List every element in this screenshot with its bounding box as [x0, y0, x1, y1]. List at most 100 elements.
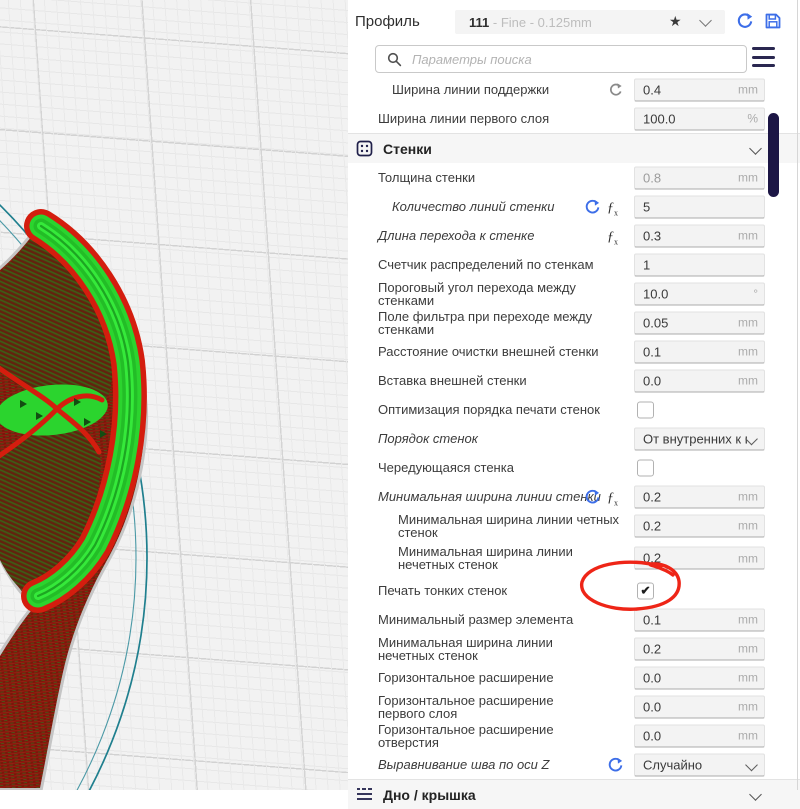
- setting-unit: mm: [738, 519, 758, 533]
- settings-menu-icon[interactable]: [752, 47, 775, 67]
- section-header-2[interactable]: Стенки: [348, 133, 800, 163]
- walls-icon: [356, 140, 373, 157]
- setting-label: Горизонтальное расширение первого слоя: [378, 694, 603, 720]
- profile-save-icon[interactable]: [764, 12, 782, 30]
- setting-row: Длина перехода к стенкеƒx0.3mm: [348, 221, 800, 250]
- setting-value-field[interactable]: 0.3mm: [634, 224, 765, 247]
- setting-label: Вставка внешней стенки: [378, 374, 527, 387]
- setting-label: Горизонтальное расширение: [378, 671, 554, 684]
- profile-dropdown[interactable]: 111 - Fine - 0.125mm ★: [455, 10, 725, 34]
- setting-row: Горизонтальное расширение 0.0mm: [348, 663, 800, 692]
- setting-value: 0.8: [643, 170, 738, 185]
- setting-label: Оптимизация порядка печати стенок: [378, 403, 600, 416]
- settings-list: Ширина линии поддержки0.4mmШирина линии …: [348, 75, 800, 809]
- setting-label: Пороговый угол перехода между стенками: [378, 281, 603, 307]
- setting-unit: mm: [738, 700, 758, 714]
- setting-checkbox[interactable]: [637, 401, 654, 418]
- fx-icon: ƒx: [607, 488, 624, 505]
- setting-value-field[interactable]: 5: [634, 195, 765, 218]
- setting-value: 0.2: [643, 518, 738, 533]
- setting-row: Количество линий стенкиƒx5: [348, 192, 800, 221]
- setting-value-field[interactable]: 0.4mm: [634, 78, 765, 101]
- setting-value-field[interactable]: 0.1mm: [634, 340, 765, 363]
- setting-value: 1: [643, 257, 764, 272]
- setting-value: 0.2: [643, 641, 738, 656]
- setting-value-field[interactable]: 0.2mm: [634, 514, 765, 537]
- setting-row: Счетчик распределений по стенкам1: [348, 250, 800, 279]
- setting-dropdown[interactable]: Случайно: [634, 753, 765, 776]
- setting-value-field[interactable]: 1: [634, 253, 765, 276]
- setting-row: Минимальная ширина линии стенки ƒx 0.2mm: [348, 482, 800, 511]
- sliced-model-preview[interactable]: [0, 0, 348, 790]
- section-title: Дно / крышка: [383, 787, 476, 803]
- setting-label: Печать тонких стенок: [378, 584, 507, 597]
- setting-row: Расстояние очистки внешней стенки 0.1mm: [348, 337, 800, 366]
- setting-value-field[interactable]: 0.05mm: [634, 311, 765, 334]
- reset-icon[interactable]: [584, 198, 601, 215]
- setting-value: 0.0: [643, 728, 738, 743]
- setting-label: Толщина стенки: [378, 171, 475, 184]
- setting-dropdown[interactable]: От внутренних к в...: [634, 427, 765, 450]
- profile-label: Профиль: [355, 13, 420, 30]
- settings-search-input[interactable]: Параметры поиска: [375, 45, 747, 73]
- setting-row: Ширина линии поддержки 0.4mm: [348, 75, 800, 104]
- setting-value-field[interactable]: 0.8mm: [634, 166, 765, 189]
- setting-label: Расстояние очистки внешней стенки: [378, 345, 599, 358]
- setting-label: Чередующаяся стенка: [378, 461, 514, 474]
- setting-label: Минимальная ширина линии стенки: [378, 490, 601, 503]
- setting-label: Ширина линии поддержки: [392, 83, 549, 96]
- topbottom-icon: [356, 786, 373, 803]
- favorite-star-icon[interactable]: ★: [669, 13, 682, 30]
- setting-unit: mm: [738, 642, 758, 656]
- 3d-viewport[interactable]: [0, 0, 348, 790]
- setting-value: 0.0: [643, 373, 738, 388]
- setting-unit: mm: [738, 374, 758, 388]
- setting-value: 10.0: [643, 286, 753, 301]
- setting-label: Минимальная ширина линии четных стенок: [398, 513, 623, 539]
- setting-row: Минимальная ширина линии четных стенок 0.…: [348, 511, 800, 540]
- setting-unit: mm: [738, 551, 758, 565]
- setting-unit: °: [753, 287, 758, 301]
- setting-unit: mm: [738, 316, 758, 330]
- section-title: Стенки: [383, 141, 432, 157]
- setting-value-field[interactable]: 0.0mm: [634, 695, 765, 718]
- setting-label: Порядок стенок: [378, 432, 478, 445]
- setting-unit: mm: [738, 171, 758, 185]
- setting-label: Минимальная ширина линии нечетных стенок: [378, 636, 603, 662]
- setting-value-field[interactable]: 0.2mm: [634, 637, 765, 660]
- printed-model[interactable]: [0, 222, 145, 788]
- reset-icon[interactable]: [607, 756, 624, 773]
- setting-value-field[interactable]: 100.0%: [634, 107, 765, 130]
- setting-value-field[interactable]: 0.0mm: [634, 666, 765, 689]
- setting-label: Длина перехода к стенке: [378, 229, 534, 242]
- setting-value: 0.1: [643, 612, 738, 627]
- setting-value: 0.0: [643, 670, 738, 685]
- setting-checkbox[interactable]: [637, 459, 654, 476]
- collapse-chevron-icon[interactable]: [749, 788, 762, 801]
- setting-unit: mm: [738, 490, 758, 504]
- setting-label: Ширина линии первого слоя: [378, 112, 549, 125]
- setting-row: Горизонтальное расширение отверстия 0.0mm: [348, 721, 800, 750]
- setting-label: Горизонтальное расширение отверстия: [378, 723, 603, 749]
- setting-value-field[interactable]: 0.0mm: [634, 369, 765, 392]
- setting-value-field[interactable]: 0.2mm: [634, 547, 765, 570]
- setting-checkbox[interactable]: ✔: [637, 582, 654, 599]
- setting-unit: mm: [738, 671, 758, 685]
- search-icon: [387, 52, 402, 67]
- link-icon: [607, 81, 624, 98]
- profile-reset-icon[interactable]: [736, 12, 754, 30]
- chevron-down-icon: [699, 14, 712, 27]
- setting-value: От внутренних к в...: [643, 431, 747, 446]
- section-header-24[interactable]: Дно / крышка: [348, 779, 800, 809]
- setting-value: 0.0: [643, 699, 738, 714]
- reset-icon[interactable]: [584, 488, 601, 505]
- setting-row: Выравнивание шва по оси ZСлучайно: [348, 750, 800, 779]
- setting-value: 0.4: [643, 82, 738, 97]
- setting-value-field[interactable]: 0.1mm: [634, 608, 765, 631]
- setting-value-field[interactable]: 10.0°: [634, 282, 765, 305]
- setting-row: Минимальная ширина линии нечетных стенок…: [348, 540, 800, 576]
- scrollbar-handle[interactable]: [768, 113, 779, 197]
- collapse-chevron-icon[interactable]: [749, 142, 762, 155]
- setting-value-field[interactable]: 0.2mm: [634, 485, 765, 508]
- setting-value-field[interactable]: 0.0mm: [634, 724, 765, 747]
